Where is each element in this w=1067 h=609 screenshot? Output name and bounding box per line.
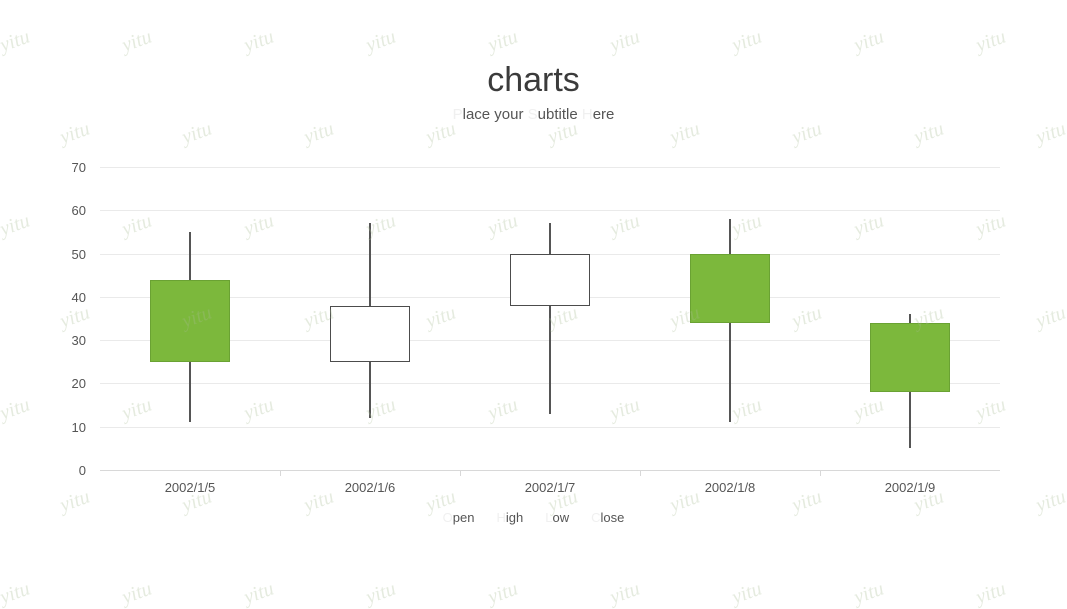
- legend-item-close[interactable]: Close: [591, 508, 624, 528]
- candle-body: [510, 253, 590, 306]
- title-block: charts Place your Subtitle Here: [0, 60, 1067, 126]
- chart-subtitle: Place your Subtitle Here: [0, 104, 1067, 126]
- candle-body: [150, 279, 230, 362]
- x-axis-tick-mark: [640, 470, 641, 476]
- watermark-text: yitu: [972, 25, 1009, 57]
- plot-area: [100, 167, 1000, 471]
- candlestick-chart: charts Place your Subtitle Here 70 60 50 40…: [0, 0, 1067, 609]
- legend-item-high[interactable]: High: [496, 508, 523, 528]
- y-axis-tick-label: 60: [71, 203, 86, 219]
- y-axis-tick-label: 50: [71, 246, 86, 262]
- x-axis-tick-mark: [280, 470, 281, 476]
- x-axis-tick-mark: [820, 470, 821, 476]
- legend-label-initial: O: [442, 510, 453, 525]
- subtitle-part1-rest: lace your: [462, 106, 528, 123]
- legend-label-initial: H: [496, 510, 506, 525]
- subtitle-part3-initial: H: [581, 106, 593, 123]
- page-title: charts: [487, 61, 580, 99]
- watermark-text: yitu: [118, 577, 155, 609]
- candle-body: [330, 305, 410, 362]
- watermark-text: yitu: [240, 25, 277, 57]
- subtitle-part1-initial: P: [452, 106, 463, 123]
- legend-label-rest: igh: [505, 510, 524, 525]
- watermark-text: yitu: [484, 25, 521, 57]
- x-axis-tick-label: 2002/1/8: [704, 480, 756, 495]
- watermark-text: yitu: [362, 577, 399, 609]
- gridline: [100, 167, 1000, 168]
- candle-wick: [549, 223, 551, 414]
- y-axis-tick-label: 30: [71, 333, 86, 349]
- legend-item-low[interactable]: Low: [545, 508, 569, 528]
- x-axis: 2002/1/5 2002/1/6 2002/1/7 2002/1/8 2002/1/9: [100, 470, 1000, 500]
- watermark-text: yitu: [484, 577, 521, 609]
- x-axis-tick-label: 2002/1/7: [524, 480, 576, 495]
- y-axis-tick-label: 70: [71, 160, 86, 175]
- watermark-text: yitu: [56, 301, 93, 333]
- candle-body: [870, 322, 950, 393]
- legend-label-rest: pen: [452, 510, 475, 525]
- watermark-text: yitu: [850, 577, 887, 609]
- y-axis-tick-label: 20: [71, 376, 86, 392]
- watermark-text: yitu: [606, 25, 643, 57]
- legend-label-rest: lose: [600, 510, 625, 525]
- watermark-text: yitu: [850, 25, 887, 57]
- y-axis-tick-label: 40: [71, 289, 86, 305]
- legend-label-rest: ow: [552, 510, 570, 525]
- watermark-text: yitu: [362, 25, 399, 57]
- gridline: [100, 210, 1000, 212]
- watermark-text: yitu: [1032, 301, 1067, 333]
- watermark-text: yitu: [972, 577, 1009, 609]
- watermark-text: yitu: [118, 25, 155, 57]
- x-axis-tick-mark: [460, 470, 461, 476]
- watermark-text: yitu: [0, 25, 33, 57]
- subtitle-part3-rest: ere: [592, 106, 615, 123]
- x-axis-tick-label: 2002/1/6: [344, 480, 396, 495]
- chart-legend: Open High Low Close: [0, 508, 1067, 528]
- gridline: [100, 426, 1000, 428]
- subtitle-part2-rest: ubtitle: [537, 106, 582, 123]
- watermark-text: yitu: [606, 577, 643, 609]
- x-axis-tick-label: 2002/1/5: [164, 480, 216, 495]
- x-axis-tick-label: 2002/1/9: [884, 480, 936, 495]
- y-axis-tick-label: 0: [78, 463, 86, 478]
- legend-item-open[interactable]: Open: [443, 508, 475, 528]
- watermark-text: yitu: [0, 577, 33, 609]
- y-axis-tick-label: 10: [71, 419, 86, 435]
- watermark-text: yitu: [240, 577, 277, 609]
- watermark-text: yitu: [728, 577, 765, 609]
- subtitle-part2-initial: S: [527, 106, 538, 123]
- watermark-text: yitu: [728, 25, 765, 57]
- candle-body: [690, 253, 770, 323]
